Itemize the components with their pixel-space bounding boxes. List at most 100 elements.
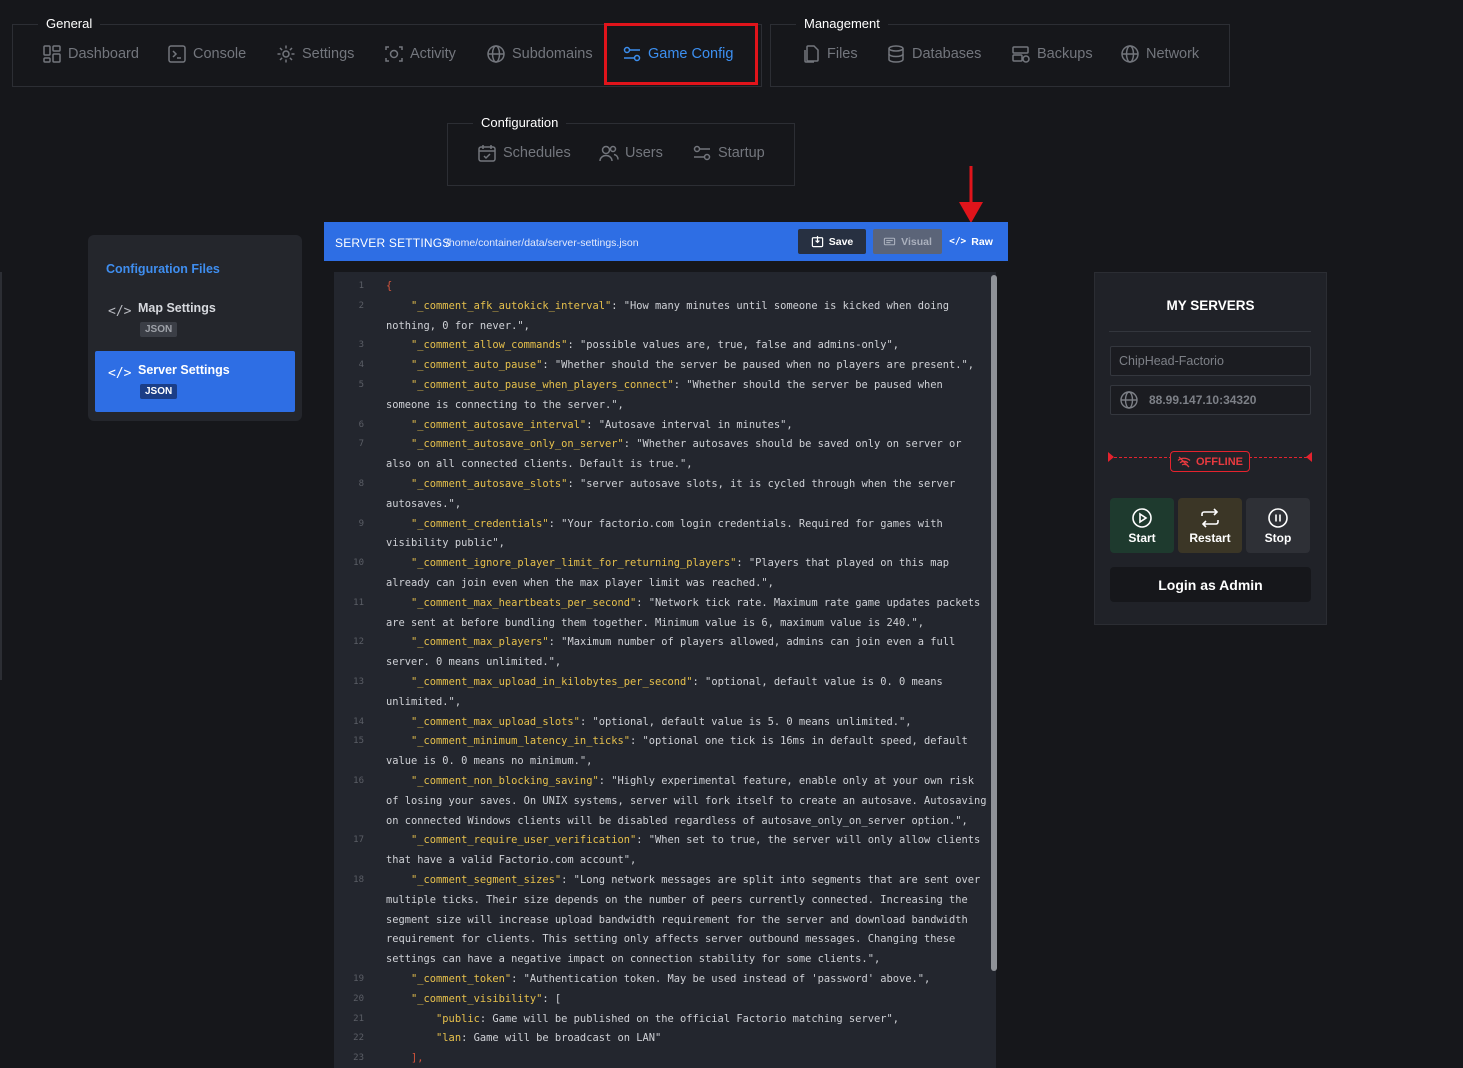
file-type-badge: JSON: [140, 384, 178, 399]
files-icon: [801, 44, 821, 64]
line-content: "_comment_segment_sizes": "Long network …: [386, 871, 991, 970]
restart-button[interactable]: Restart: [1178, 498, 1242, 553]
nav-item-backups[interactable]: Backups: [1011, 44, 1093, 64]
line-number: 22: [353, 1033, 364, 1044]
line-content: "_comment_autosave_only_on_server": "Whe…: [386, 435, 991, 475]
line-number: 10: [353, 558, 364, 569]
nav-label-dashboard: Dashboard: [68, 46, 139, 62]
line-content: "_comment_max_upload_slots": "optional, …: [386, 713, 991, 733]
code-editor[interactable]: 1 {2 "_comment_afk_autokick_interval": "H…: [334, 272, 996, 1068]
line-content: "_comment_require_user_verification": "W…: [386, 831, 991, 871]
restart-label: Restart: [1189, 530, 1231, 545]
nav-label-files: Files: [827, 46, 858, 62]
json-key: "public: [436, 1012, 480, 1025]
save-button[interactable]: Save: [798, 229, 866, 254]
json-key: "_comment_non_blocking_saving": [411, 775, 599, 787]
line-content: "_comment_autosave_interval": "Autosave …: [386, 416, 991, 436]
nav-label-databases: Databases: [912, 46, 982, 62]
json-key: "lan: [436, 1032, 462, 1045]
json-value: ],: [411, 1052, 424, 1065]
nav-item-network[interactable]: Network: [1120, 44, 1199, 64]
editor-scrollbar[interactable]: [991, 275, 997, 971]
json-value: : "optional, default value is 5. 0 means…: [579, 715, 912, 728]
nav-item-users[interactable]: Users: [599, 143, 663, 163]
database-icon: [886, 44, 906, 64]
json-key: "_comment_autosave_slots": [411, 478, 568, 490]
json-key: "_comment_visibility": [411, 992, 543, 1005]
line-number: 20: [353, 993, 364, 1004]
file-type-badge: JSON: [140, 322, 178, 337]
stop-button[interactable]: Stop: [1246, 498, 1310, 553]
network-icon: [1120, 44, 1140, 64]
server-name-field[interactable]: ChipHead-Factorio: [1110, 346, 1311, 376]
nav-item-activity[interactable]: Activity: [384, 44, 456, 64]
json-value: : "Whether should the server be paused w…: [542, 359, 975, 372]
visual-button[interactable]: Visual: [873, 229, 942, 254]
nav-item-console[interactable]: Console: [167, 44, 246, 64]
stop-label: Stop: [1264, 530, 1292, 545]
startup-sliders-icon: [692, 143, 712, 163]
json-key: "_comment_require_user_verification": [411, 834, 637, 847]
restart-icon: [1199, 507, 1221, 529]
line-content: {: [386, 277, 991, 297]
line-number: 8: [358, 479, 364, 489]
page-left-edge: [0, 272, 2, 680]
line-number: 9: [358, 518, 364, 529]
json-key: "_comment_ignore_player_limit_for_return…: [411, 557, 737, 570]
my-servers-panel: MY SERVERS ChipHead-Factorio 88.99.147.1…: [1094, 272, 1327, 625]
dashboard-icon: [42, 44, 62, 64]
start-button[interactable]: Start: [1110, 498, 1174, 553]
activity-icon: [384, 44, 404, 64]
nav-item-files[interactable]: Files: [801, 44, 858, 64]
line-number: 11: [353, 597, 364, 608]
server-address: 88.99.147.10:34320: [1149, 393, 1257, 407]
line-number: 13: [353, 677, 364, 687]
line-number: 21: [353, 1013, 364, 1024]
nav-legend-configuration: Configuration: [473, 110, 567, 135]
line-number: 18: [353, 875, 364, 885]
line-content: ],: [386, 1049, 991, 1068]
nav-item-schedules[interactable]: Schedules: [477, 143, 571, 163]
line-content: "_comment_visibility": [: [386, 990, 991, 1010]
server-address-field[interactable]: 88.99.147.10:34320: [1110, 385, 1311, 415]
editor-header: SERVER SETTINGS /home/container/data/ser…: [324, 222, 1008, 261]
json-key: "_comment_credentials": [411, 517, 549, 530]
save-label: Save: [828, 235, 854, 248]
nav-item-subdomains[interactable]: Subdomains: [486, 44, 593, 64]
line-number: 6: [358, 419, 364, 430]
code-icon: </>: [949, 236, 967, 247]
json-value: : Game will be published on the official…: [479, 1012, 899, 1025]
nav-item-dashboard[interactable]: Dashboard: [42, 44, 139, 64]
start-label: Start: [1128, 530, 1156, 545]
json-key: "_comment_minimum_latency_in_ticks": [411, 735, 630, 748]
raw-button[interactable]: </> Raw: [946, 229, 996, 254]
nav-label-subdomains: Subdomains: [512, 46, 593, 62]
file-item-map-settings[interactable]: </> Map Settings JSON: [95, 289, 295, 350]
nav-item-startup[interactable]: Startup: [692, 143, 765, 163]
json-key: "_comment_token": [411, 973, 512, 985]
highlight-box: [604, 23, 758, 85]
nav-item-settings[interactable]: Settings: [276, 44, 354, 64]
login-as-admin-button[interactable]: Login as Admin: [1110, 567, 1311, 602]
nav-item-databases[interactable]: Databases: [886, 44, 981, 64]
nav-legend-general: General: [38, 11, 101, 36]
file-item-server-settings[interactable]: </> Server Settings JSON: [95, 351, 295, 412]
nav-label-activity: Activity: [410, 46, 456, 62]
my-servers-title: MY SERVERS: [1166, 298, 1255, 313]
globe-icon: [486, 44, 506, 64]
line-number: 1: [358, 281, 364, 291]
